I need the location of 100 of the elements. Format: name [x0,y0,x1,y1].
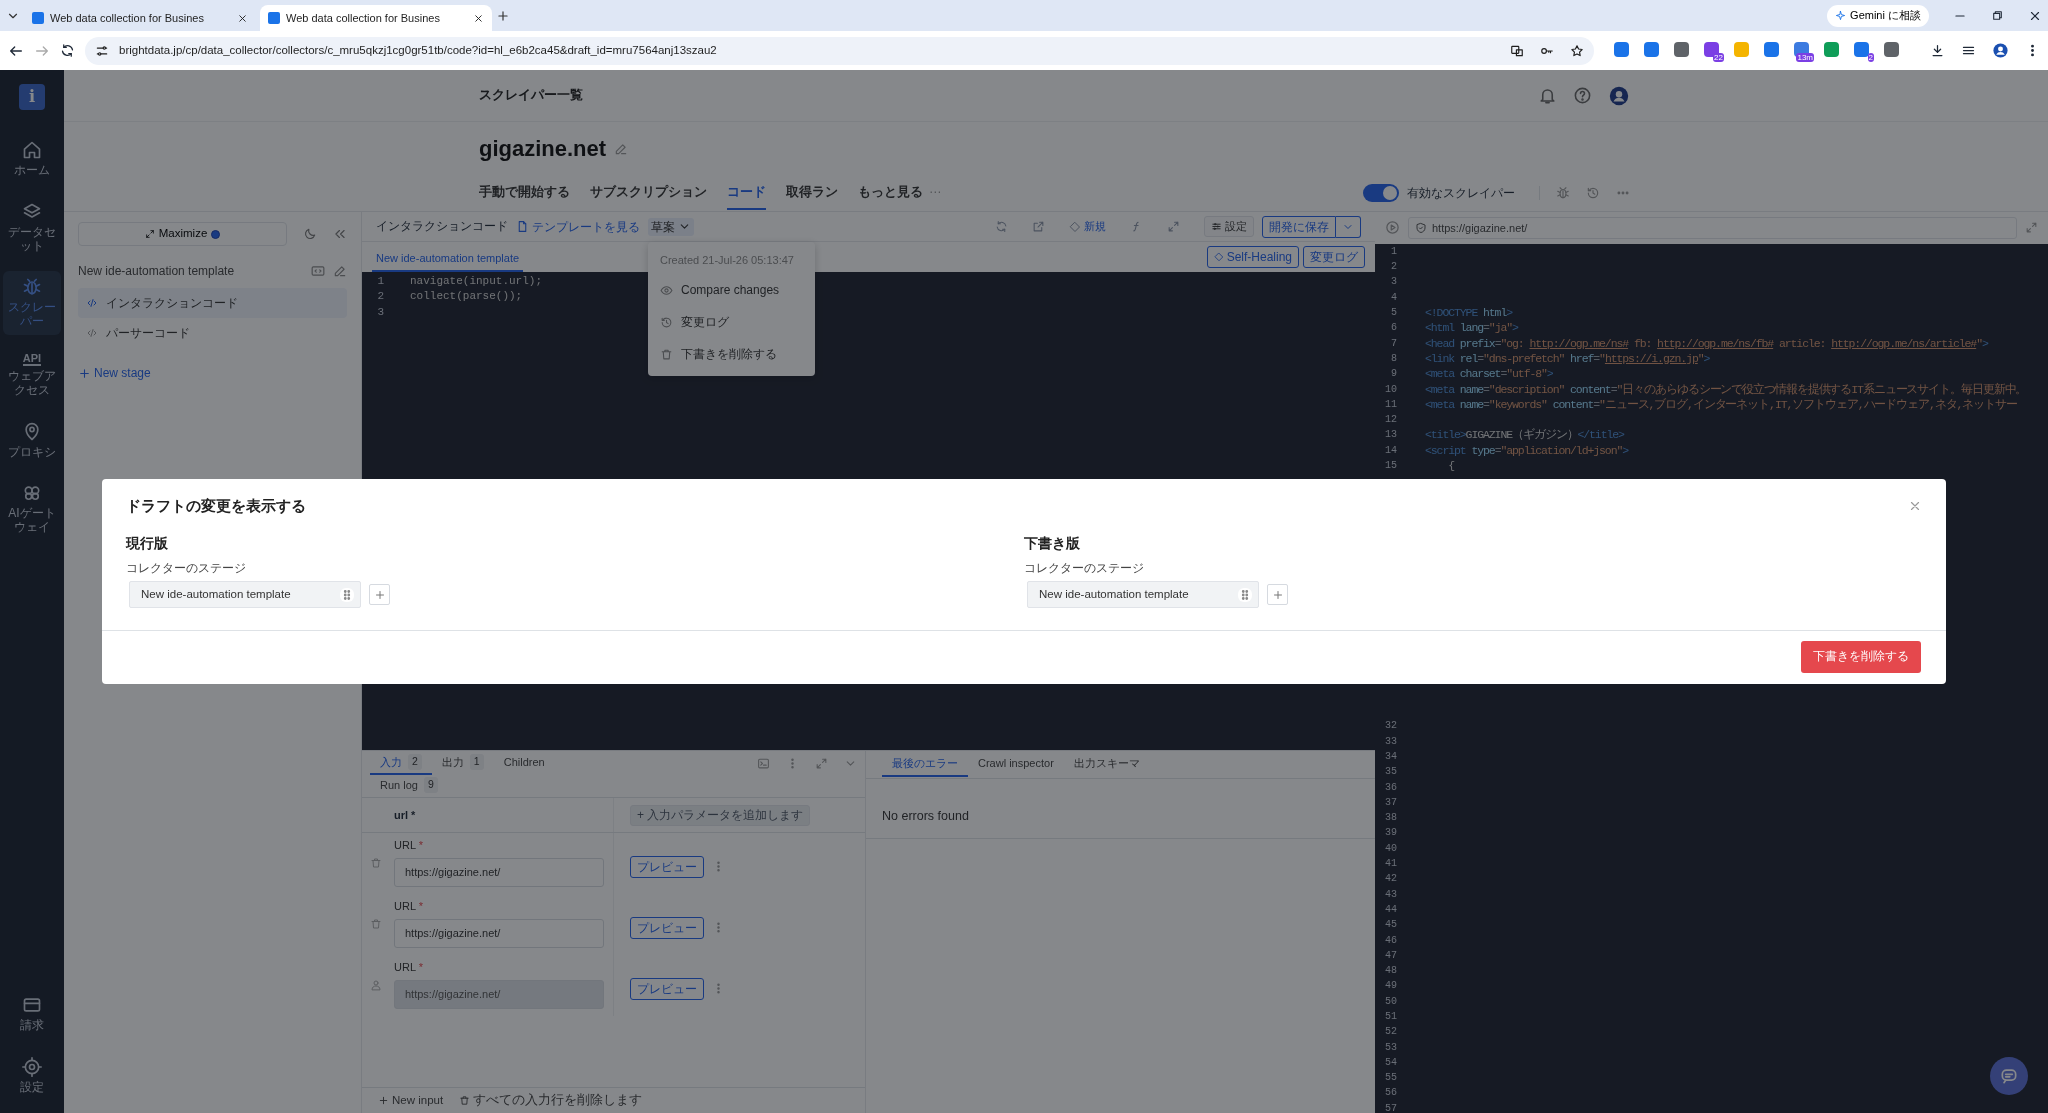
nav-item[interactable]: 請求 [3,989,61,1040]
panel-tab[interactable]: 出力 1 [431,750,494,776]
code-line: <meta name="description" content="日々のあらゆるシーンで役立つ情報を提供するIT系ニュースサイト。毎日更新中。 [1425,381,2027,397]
help-icon[interactable] [1573,86,1592,105]
add-stage-button[interactable] [369,584,390,606]
nav-item[interactable]: データセット [3,195,61,260]
nav-item[interactable]: 設定 [3,1051,61,1101]
avatar-icon[interactable] [1608,84,1630,107]
play-icon[interactable] [1385,220,1400,236]
url-input[interactable]: https://gigazine.net/ [394,857,604,887]
close-icon [1908,499,1922,513]
page-tab[interactable]: 取得ラン [786,177,838,210]
new-tab-button[interactable] [496,8,510,23]
browser-tab[interactable]: Web data collection for Busines [24,5,256,31]
nav-item[interactable]: ホーム [3,134,61,184]
close-icon[interactable] [237,12,248,24]
close-icon[interactable] [473,12,484,24]
external-link-icon[interactable] [1032,220,1045,233]
created-date: Created 21-Jul-26 05:13:47 [659,252,795,268]
delete-draft-button[interactable]: 下書きを削除する [1801,641,1921,674]
code-line: <meta charset="utf-8"> [1425,366,1553,382]
maximize-button[interactable]: Maximize [78,222,287,246]
nav-item[interactable]: プロキシ [3,415,61,466]
trash-icon[interactable] [370,857,382,869]
url-field[interactable]: https://gigazine.net/ [1408,216,2017,239]
bell-icon[interactable] [1538,86,1557,105]
restore-icon[interactable] [1991,9,2004,22]
history-icon[interactable] [1586,186,1600,200]
self-healing-button[interactable]: Self-Healing [1206,246,1299,268]
plus-icon [1271,588,1284,601]
nav-item[interactable]: AIゲートウェイ [3,477,61,541]
stage-chip[interactable]: New ide-automation template [1027,581,1259,609]
menu-item[interactable]: Compare changes [648,274,815,306]
edit-icon[interactable] [333,264,347,278]
save-options-button[interactable] [1336,215,1361,238]
save-button[interactable]: 開発に保存 [1262,215,1336,238]
new-input-button[interactable]: New input [378,1091,444,1110]
field-label: URL * [394,961,423,973]
browser-tab[interactable]: Web data collection for Busines [260,5,492,31]
page-tab[interactable]: コード [727,177,766,210]
profile-icon[interactable] [1992,42,2009,59]
changelog-button[interactable]: 変更ログ [1303,246,1365,268]
panel-tab[interactable]: Run log 9 [370,775,448,797]
terminal-icon[interactable] [757,756,770,770]
line-number: 34 [1384,749,1398,764]
stage-item[interactable]: パーサーコード [78,318,347,348]
line-number: 56 [1384,1086,1398,1101]
person-icon[interactable] [370,979,382,991]
expand-icon[interactable] [815,756,828,770]
delete-all-button[interactable]: すべての入力行を削除します [459,1091,643,1110]
logo[interactable]: i [19,84,45,110]
new-stage-link[interactable]: New stage [78,364,151,382]
trash-icon[interactable] [370,918,382,930]
page-tab[interactable]: 手動で開始する [479,177,570,210]
download-icon[interactable] [1930,43,1945,58]
template-link[interactable]: テンプレートを見る [516,217,640,236]
expand-icon[interactable] [2025,221,2038,235]
home-icon [22,140,42,160]
panel-tab[interactable]: 入力 2 [370,750,432,776]
more-mark[interactable]: ⋯ [929,177,941,201]
menu-item[interactable]: 下書きを削除する [648,338,815,370]
preview-button[interactable]: プレビュー [630,916,704,939]
stage-item[interactable]: インタラクションコード [78,288,347,318]
settings-button[interactable]: 設定 [1204,215,1254,237]
panel-tab[interactable]: 最後のエラー [882,752,968,777]
address-bar[interactable]: brightdata.jp/cp/data_collector/collectors/c_mru5qkzj1cg0gr51tb/code?id=hl_e6b2ca45&draft_id=mru7564anj13szau2 [85,36,1594,65]
code-line: navigate(input.url); [409,274,543,289]
menu-item[interactable]: 変更ログ [648,306,815,338]
bug-icon[interactable] [1556,186,1570,200]
gemini-button[interactable]: Gemini に相談 [1827,4,1929,27]
page-tab[interactable]: もっと見る [858,177,923,210]
code-icon[interactable] [311,264,325,278]
code-line: <meta name="keywords" content="ニュース,ブログ,インターネット,IT,ソフトウェア,ハードウェア,ネタ,ネットサー [1425,396,2017,413]
line-number: 47 [1384,948,1398,963]
new-button[interactable]: 新規 [1069,218,1106,235]
preview-button[interactable]: プレビュー [630,855,704,878]
panel-tab[interactable]: 出力スキーマ [1063,752,1150,777]
draft-dropdown[interactable]: 草案 [648,217,694,236]
refresh-icon[interactable] [995,220,1008,233]
add-stage-button[interactable] [1267,584,1288,606]
collapse-icon[interactable] [333,227,347,241]
stage-chip[interactable]: New ide-automation template [129,581,361,609]
edit-icon[interactable] [614,142,629,156]
close-button[interactable] [1908,499,1922,513]
breadcrumb-link[interactable]: スクレイパー一覧 [479,86,583,105]
expand-icon[interactable] [1167,220,1180,233]
star-icon[interactable] [1570,43,1584,58]
toggle-switch[interactable] [1363,184,1399,202]
line-number: 54 [1384,1055,1398,1070]
url-input[interactable]: https://gigazine.net/ [394,918,604,948]
page-tab[interactable]: サブスクリプション [590,177,707,210]
translate-icon[interactable] [1510,43,1524,58]
moon-icon[interactable] [303,227,317,241]
panel-tab[interactable]: Crawl inspector [968,752,1064,777]
line-number: 3 [376,304,385,320]
line-number: 52 [1384,1025,1398,1040]
nav-item[interactable]: API ウェブアクセス [3,347,61,404]
panel-tab[interactable]: Children [493,750,555,776]
site-info-icon[interactable] [95,43,109,58]
reload-icon[interactable] [60,43,75,58]
